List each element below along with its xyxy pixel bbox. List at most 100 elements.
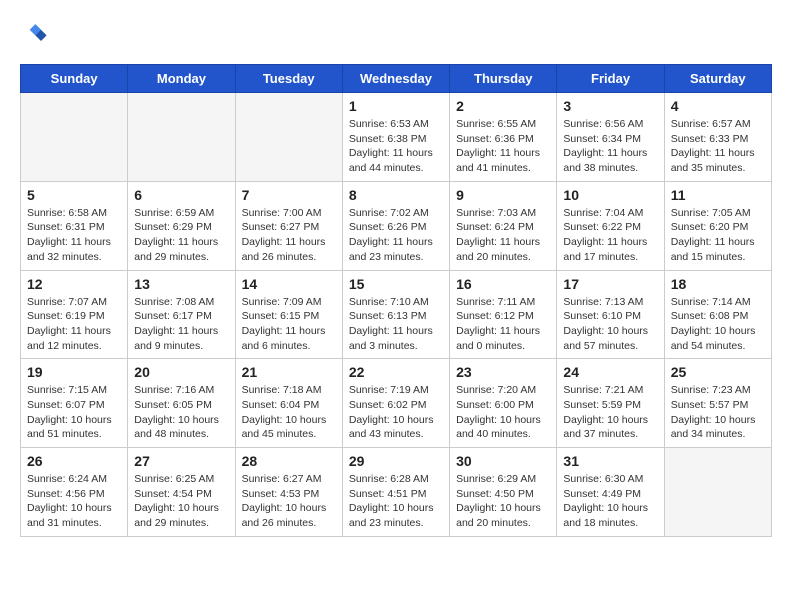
calendar-cell: 29 Sunrise: 6:28 AM Sunset: 4:51 PM Dayli… xyxy=(342,448,449,537)
weekday-header-thursday: Thursday xyxy=(450,65,557,93)
day-number: 14 xyxy=(242,276,336,292)
day-info: Sunrise: 7:14 AM Sunset: 6:08 PM Dayligh… xyxy=(671,295,765,354)
calendar-cell: 25Sunrise: 7:23 AM Sunset: 5:57 PM Dayli… xyxy=(664,359,771,448)
calendar-cell: 22 Sunrise: 7:19 AM Sunset: 6:02 PM Dayli… xyxy=(342,359,449,448)
day-number: 6 xyxy=(134,187,228,203)
day-info: Sunrise: 6:29 AM Sunset: 4:50 PM Dayligh… xyxy=(456,472,550,531)
logo-icon xyxy=(20,20,48,48)
day-info: Sunrise: 6:56 AM Sunset: 6:34 PM Dayligh… xyxy=(563,117,657,176)
day-number: 19 xyxy=(27,364,121,380)
day-number: 1 xyxy=(349,98,443,114)
day-info: Sunrise: 7:10 AM Sunset: 6:13 PM Dayligh… xyxy=(349,295,443,354)
day-info: Sunrise: 7:16 AM Sunset: 6:05 PM Dayligh… xyxy=(134,383,228,442)
day-info: Sunrise: 6:27 AM Sunset: 4:53 PM Dayligh… xyxy=(242,472,336,531)
calendar-cell: 23 Sunrise: 7:20 AM Sunset: 6:00 PM Dayli… xyxy=(450,359,557,448)
day-number: 16 xyxy=(456,276,550,292)
day-number: 30 xyxy=(456,453,550,469)
calendar-cell xyxy=(664,448,771,537)
logo xyxy=(20,20,52,48)
day-number: 31 xyxy=(563,453,657,469)
calendar-cell: 13Sunrise: 7:08 AM Sunset: 6:17 PM Dayli… xyxy=(128,270,235,359)
day-number: 9 xyxy=(456,187,550,203)
day-number: 22 xyxy=(349,364,443,380)
day-info: Sunrise: 7:04 AM Sunset: 6:22 PM Dayligh… xyxy=(563,206,657,265)
day-info: Sunrise: 6:28 AM Sunset: 4:51 PM Dayligh… xyxy=(349,472,443,531)
calendar-cell: 1 Sunrise: 6:53 AM Sunset: 6:38 PM Daylig… xyxy=(342,93,449,182)
calendar-cell: 12 Sunrise: 7:07 AM Sunset: 6:19 PM Dayli… xyxy=(21,270,128,359)
day-number: 12 xyxy=(27,276,121,292)
calendar-cell: 19 Sunrise: 7:15 AM Sunset: 6:07 PM Dayli… xyxy=(21,359,128,448)
calendar: SundayMondayTuesdayWednesdayThursdayFrid… xyxy=(20,64,772,537)
calendar-cell: 17 Sunrise: 7:13 AM Sunset: 6:10 PM Dayli… xyxy=(557,270,664,359)
page: SundayMondayTuesdayWednesdayThursdayFrid… xyxy=(0,0,792,547)
calendar-cell: 14 Sunrise: 7:09 AM Sunset: 6:15 PM Dayli… xyxy=(235,270,342,359)
calendar-week-1: 1 Sunrise: 6:53 AM Sunset: 6:38 PM Daylig… xyxy=(21,93,772,182)
calendar-cell xyxy=(128,93,235,182)
calendar-cell: 31 Sunrise: 6:30 AM Sunset: 4:49 PM Dayli… xyxy=(557,448,664,537)
calendar-cell: 28 Sunrise: 6:27 AM Sunset: 4:53 PM Dayli… xyxy=(235,448,342,537)
calendar-cell: 27Sunrise: 6:25 AM Sunset: 4:54 PM Dayli… xyxy=(128,448,235,537)
calendar-cell: 8 Sunrise: 7:02 AM Sunset: 6:26 PM Daylig… xyxy=(342,181,449,270)
day-info: Sunrise: 7:05 AM Sunset: 6:20 PM Dayligh… xyxy=(671,206,765,265)
calendar-week-3: 12 Sunrise: 7:07 AM Sunset: 6:19 PM Dayli… xyxy=(21,270,772,359)
calendar-cell: 26 Sunrise: 6:24 AM Sunset: 4:56 PM Dayli… xyxy=(21,448,128,537)
weekday-header-row: SundayMondayTuesdayWednesdayThursdayFrid… xyxy=(21,65,772,93)
day-info: Sunrise: 6:58 AM Sunset: 6:31 PM Dayligh… xyxy=(27,206,121,265)
weekday-header-saturday: Saturday xyxy=(664,65,771,93)
calendar-cell: 3 Sunrise: 6:56 AM Sunset: 6:34 PM Daylig… xyxy=(557,93,664,182)
header xyxy=(20,20,772,48)
day-info: Sunrise: 6:55 AM Sunset: 6:36 PM Dayligh… xyxy=(456,117,550,176)
day-number: 18 xyxy=(671,276,765,292)
day-number: 26 xyxy=(27,453,121,469)
day-number: 3 xyxy=(563,98,657,114)
calendar-cell: 11Sunrise: 7:05 AM Sunset: 6:20 PM Dayli… xyxy=(664,181,771,270)
day-info: Sunrise: 7:09 AM Sunset: 6:15 PM Dayligh… xyxy=(242,295,336,354)
day-number: 29 xyxy=(349,453,443,469)
calendar-cell: 18 Sunrise: 7:14 AM Sunset: 6:08 PM Dayli… xyxy=(664,270,771,359)
calendar-cell: 24 Sunrise: 7:21 AM Sunset: 5:59 PM Dayli… xyxy=(557,359,664,448)
day-number: 28 xyxy=(242,453,336,469)
weekday-header-monday: Monday xyxy=(128,65,235,93)
day-info: Sunrise: 7:02 AM Sunset: 6:26 PM Dayligh… xyxy=(349,206,443,265)
day-number: 10 xyxy=(563,187,657,203)
calendar-cell: 20 Sunrise: 7:16 AM Sunset: 6:05 PM Dayli… xyxy=(128,359,235,448)
day-info: Sunrise: 7:19 AM Sunset: 6:02 PM Dayligh… xyxy=(349,383,443,442)
day-info: Sunrise: 6:30 AM Sunset: 4:49 PM Dayligh… xyxy=(563,472,657,531)
calendar-cell xyxy=(21,93,128,182)
weekday-header-friday: Friday xyxy=(557,65,664,93)
day-number: 25 xyxy=(671,364,765,380)
day-info: Sunrise: 6:59 AM Sunset: 6:29 PM Dayligh… xyxy=(134,206,228,265)
day-number: 20 xyxy=(134,364,228,380)
day-number: 24 xyxy=(563,364,657,380)
weekday-header-sunday: Sunday xyxy=(21,65,128,93)
day-info: Sunrise: 7:15 AM Sunset: 6:07 PM Dayligh… xyxy=(27,383,121,442)
calendar-week-5: 26 Sunrise: 6:24 AM Sunset: 4:56 PM Dayli… xyxy=(21,448,772,537)
day-number: 8 xyxy=(349,187,443,203)
day-number: 23 xyxy=(456,364,550,380)
day-info: Sunrise: 7:07 AM Sunset: 6:19 PM Dayligh… xyxy=(27,295,121,354)
day-info: Sunrise: 7:13 AM Sunset: 6:10 PM Dayligh… xyxy=(563,295,657,354)
day-info: Sunrise: 6:53 AM Sunset: 6:38 PM Dayligh… xyxy=(349,117,443,176)
day-info: Sunrise: 7:18 AM Sunset: 6:04 PM Dayligh… xyxy=(242,383,336,442)
calendar-cell: 6 Sunrise: 6:59 AM Sunset: 6:29 PM Daylig… xyxy=(128,181,235,270)
calendar-cell xyxy=(235,93,342,182)
calendar-cell: 15 Sunrise: 7:10 AM Sunset: 6:13 PM Dayli… xyxy=(342,270,449,359)
day-info: Sunrise: 7:20 AM Sunset: 6:00 PM Dayligh… xyxy=(456,383,550,442)
weekday-header-tuesday: Tuesday xyxy=(235,65,342,93)
day-info: Sunrise: 7:03 AM Sunset: 6:24 PM Dayligh… xyxy=(456,206,550,265)
day-number: 2 xyxy=(456,98,550,114)
weekday-header-wednesday: Wednesday xyxy=(342,65,449,93)
calendar-cell: 4 Sunrise: 6:57 AM Sunset: 6:33 PM Daylig… xyxy=(664,93,771,182)
calendar-cell: 10 Sunrise: 7:04 AM Sunset: 6:22 PM Dayli… xyxy=(557,181,664,270)
calendar-week-4: 19 Sunrise: 7:15 AM Sunset: 6:07 PM Dayli… xyxy=(21,359,772,448)
calendar-cell: 30 Sunrise: 6:29 AM Sunset: 4:50 PM Dayli… xyxy=(450,448,557,537)
day-info: Sunrise: 6:24 AM Sunset: 4:56 PM Dayligh… xyxy=(27,472,121,531)
day-info: Sunrise: 6:57 AM Sunset: 6:33 PM Dayligh… xyxy=(671,117,765,176)
calendar-cell: 7 Sunrise: 7:00 AM Sunset: 6:27 PM Daylig… xyxy=(235,181,342,270)
day-number: 15 xyxy=(349,276,443,292)
day-info: Sunrise: 7:21 AM Sunset: 5:59 PM Dayligh… xyxy=(563,383,657,442)
day-number: 7 xyxy=(242,187,336,203)
day-number: 4 xyxy=(671,98,765,114)
day-info: Sunrise: 7:00 AM Sunset: 6:27 PM Dayligh… xyxy=(242,206,336,265)
day-number: 17 xyxy=(563,276,657,292)
